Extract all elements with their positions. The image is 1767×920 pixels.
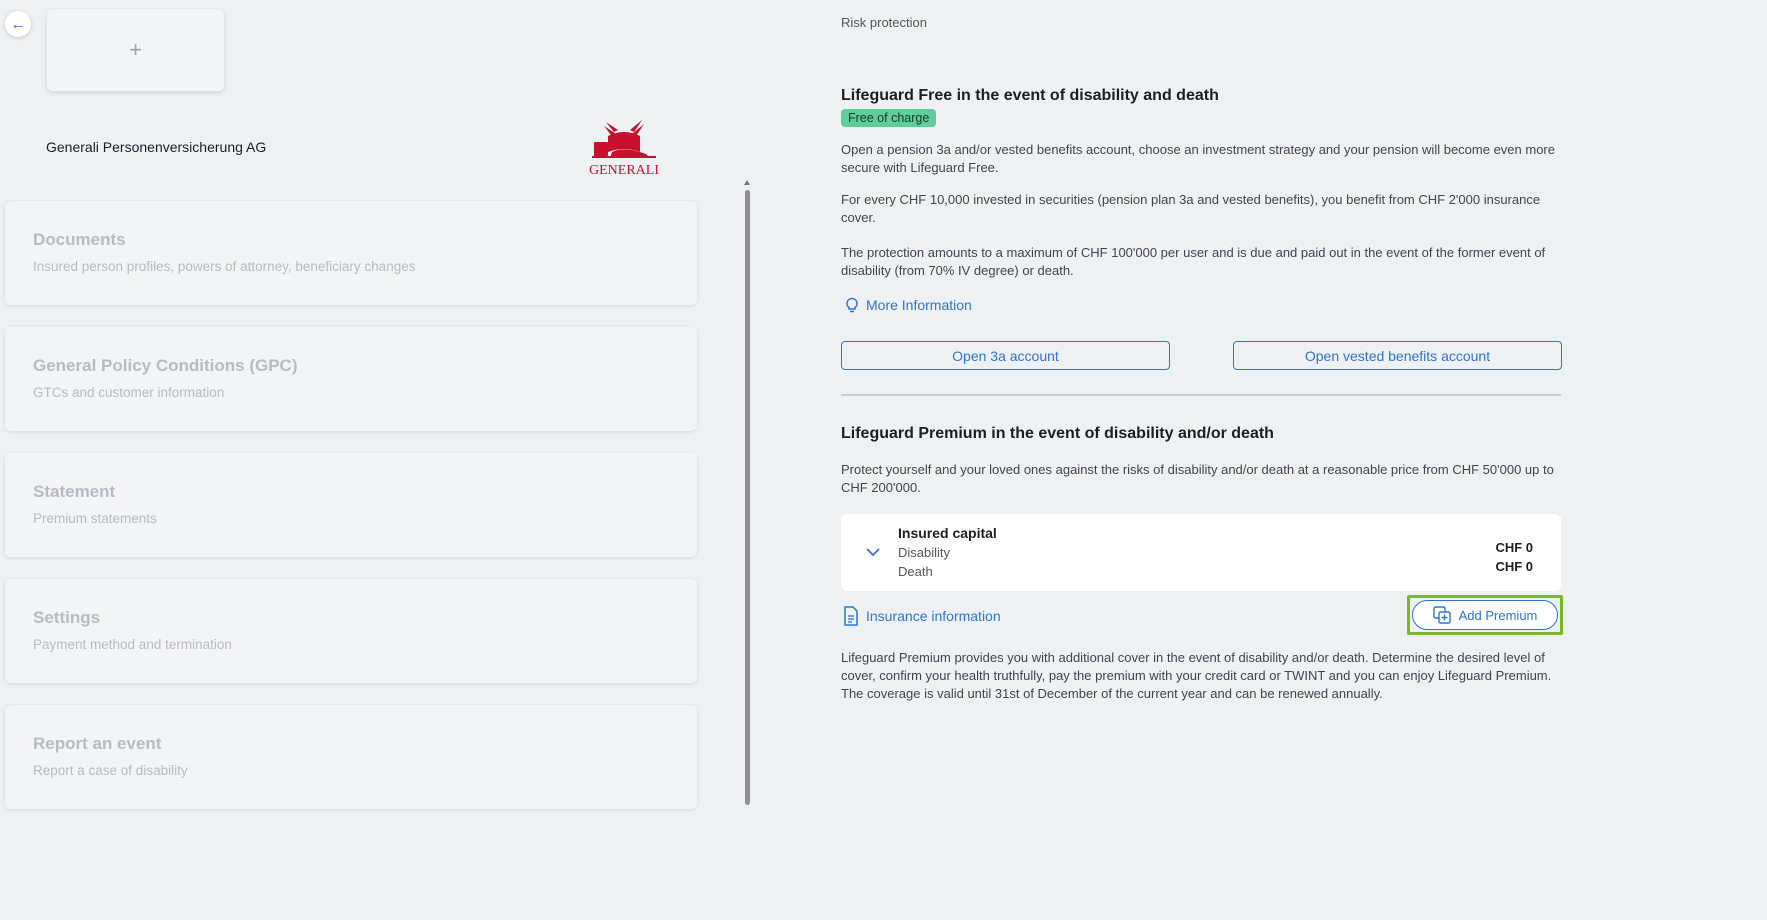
- add-premium-button[interactable]: Add Premium: [1412, 600, 1558, 630]
- lifeguard-free-title: Lifeguard Free in the event of disabilit…: [841, 87, 1219, 104]
- documents-card[interactable]: Documents Insured person profiles, power…: [5, 201, 697, 305]
- add-card-button[interactable]: +: [47, 9, 224, 91]
- card-subtitle: GTCs and customer information: [33, 385, 225, 400]
- card-title: Settings: [33, 608, 101, 627]
- disability-value: CHF 0: [1495, 540, 1533, 555]
- card-title: General Policy Conditions (GPC): [33, 356, 298, 375]
- lifeguard-premium-title: Lifeguard Premium in the event of disabi…: [841, 425, 1274, 442]
- scrollbar-thumb[interactable]: [745, 190, 750, 805]
- gpc-card[interactable]: General Policy Conditions (GPC) GTCs and…: [5, 327, 697, 431]
- add-premium-label: Add Premium: [1458, 607, 1538, 623]
- card-subtitle: Report a case of disability: [33, 763, 188, 778]
- scroll-up-arrow-icon[interactable]: [744, 180, 750, 185]
- lightbulb-icon: [846, 297, 858, 313]
- death-label: Death: [898, 564, 933, 579]
- generali-logo: GENERALI: [584, 116, 664, 178]
- card-subtitle: Premium statements: [33, 511, 157, 526]
- card-title: Documents: [33, 230, 126, 249]
- insurance-information-label: Insurance information: [866, 608, 1001, 624]
- report-event-card[interactable]: Report an event Report a case of disabil…: [5, 705, 697, 809]
- disability-label: Disability: [898, 545, 951, 560]
- premium-paragraph-1: Protect yourself and your loved ones aga…: [841, 462, 1554, 495]
- card-title: Report an event: [33, 734, 162, 753]
- premium-paragraph-2: Lifeguard Premium provides you with addi…: [841, 650, 1552, 701]
- company-name: Generali Personenversicherung AG: [46, 139, 267, 155]
- chevron-down-icon[interactable]: [866, 544, 880, 560]
- free-paragraph-1: Open a pension 3a and/or vested benefits…: [841, 142, 1555, 175]
- section-label: Risk protection: [841, 15, 927, 30]
- card-subtitle: Payment method and termination: [33, 637, 232, 652]
- back-button[interactable]: ←: [5, 11, 31, 37]
- more-information-link[interactable]: More Information: [845, 297, 972, 313]
- insured-capital-title: Insured capital: [898, 525, 997, 541]
- statement-card[interactable]: Statement Premium statements: [5, 453, 697, 557]
- card-title: Statement: [33, 482, 116, 501]
- open-vested-benefits-button[interactable]: Open vested benefits account: [1233, 341, 1562, 370]
- free-badge: Free of charge: [841, 109, 937, 127]
- document-icon: [844, 606, 858, 626]
- free-paragraph-2: For every CHF 10,000 invested in securit…: [841, 192, 1541, 225]
- menu-cards: Documents Insured person profiles, power…: [5, 201, 697, 831]
- more-information-label: More Information: [866, 297, 972, 313]
- arrow-left-icon: ←: [10, 15, 26, 33]
- scrollbar[interactable]: [744, 180, 751, 810]
- card-subtitle: Insured person profiles, powers of attor…: [33, 259, 416, 274]
- death-value: CHF 0: [1495, 559, 1533, 574]
- insurance-information-link[interactable]: Insurance information: [843, 606, 1001, 626]
- plus-icon: +: [129, 37, 142, 62]
- insured-capital-panel: Insured capital Disability Death CHF 0 C…: [841, 514, 1561, 591]
- generali-logo-text: GENERALI: [589, 163, 659, 178]
- settings-card[interactable]: Settings Payment method and termination: [5, 579, 697, 683]
- free-paragraph-3: The protection amounts to a maximum of C…: [841, 245, 1546, 278]
- open-3a-account-button[interactable]: Open 3a account: [841, 341, 1170, 370]
- add-copy-icon: [1432, 606, 1451, 624]
- add-premium-highlight: Add Premium: [1407, 595, 1563, 635]
- divider: [841, 394, 1561, 396]
